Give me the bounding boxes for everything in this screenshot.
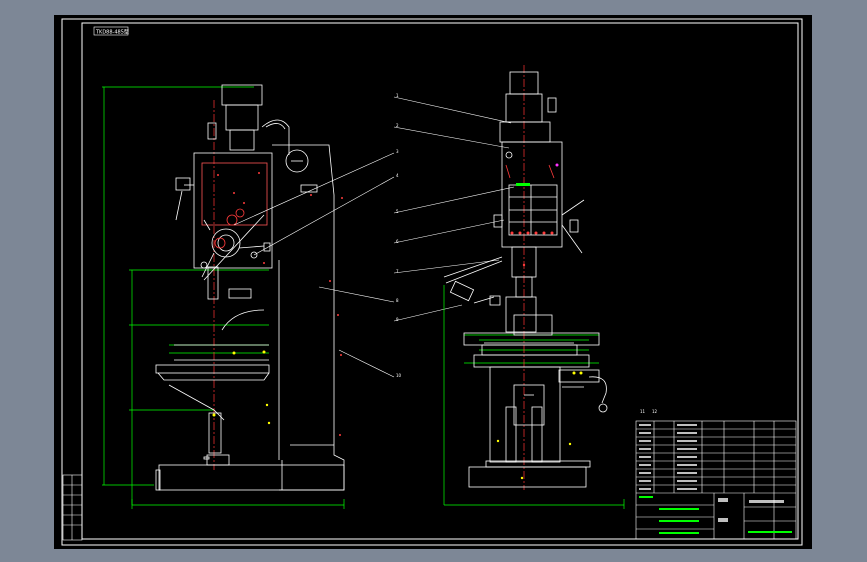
left-revision-block	[62, 474, 83, 541]
leader-label-5: 5	[396, 209, 399, 214]
title-tag-text: TKD88-485型	[95, 29, 129, 36]
leader-label-4: 4	[396, 173, 399, 178]
side-magenta-markers	[555, 163, 559, 167]
leader-label-8: 8	[396, 298, 399, 303]
leader-labels-extra: 11 12	[640, 409, 658, 414]
leader-label-3: 3	[396, 149, 399, 154]
leader-labels: 1 2 3 4 5 6 7 8 9 10	[396, 93, 402, 378]
inner-frame	[81, 22, 799, 540]
leader-label-7: 7	[396, 269, 399, 274]
side-dimensions	[443, 285, 625, 509]
front-spindle-table	[155, 266, 345, 491]
leader-label-9: 9	[396, 317, 399, 322]
front-motor	[207, 84, 290, 155]
front-dimensions	[102, 86, 345, 509]
leader-label-1: 1	[396, 93, 399, 98]
side-red-markers	[510, 231, 554, 267]
leader-label-11: 11	[640, 409, 646, 414]
title-block	[635, 420, 797, 540]
drill-press-front-view	[102, 84, 345, 509]
outer-frame	[61, 18, 803, 546]
side-headstock	[493, 141, 585, 254]
leader-label-2: 2	[396, 123, 399, 128]
front-column	[272, 144, 345, 491]
drawing-sheet: TKD88-485型 1 2 3 4 5 6 7 8 9 10 11 12	[54, 15, 812, 549]
side-column-base	[463, 332, 608, 488]
front-headstock	[175, 152, 273, 281]
leader-label-10: 10	[396, 373, 402, 378]
cad-drawing: TKD88-485型 1 2 3 4 5 6 7 8 9 10 11 12	[61, 18, 803, 546]
leader-label-12: 12	[652, 409, 658, 414]
drill-press-side-view	[443, 65, 625, 509]
side-motor	[499, 71, 557, 143]
title-tag: TKD88-485型	[93, 26, 129, 36]
leader-label-6: 6	[396, 239, 399, 244]
